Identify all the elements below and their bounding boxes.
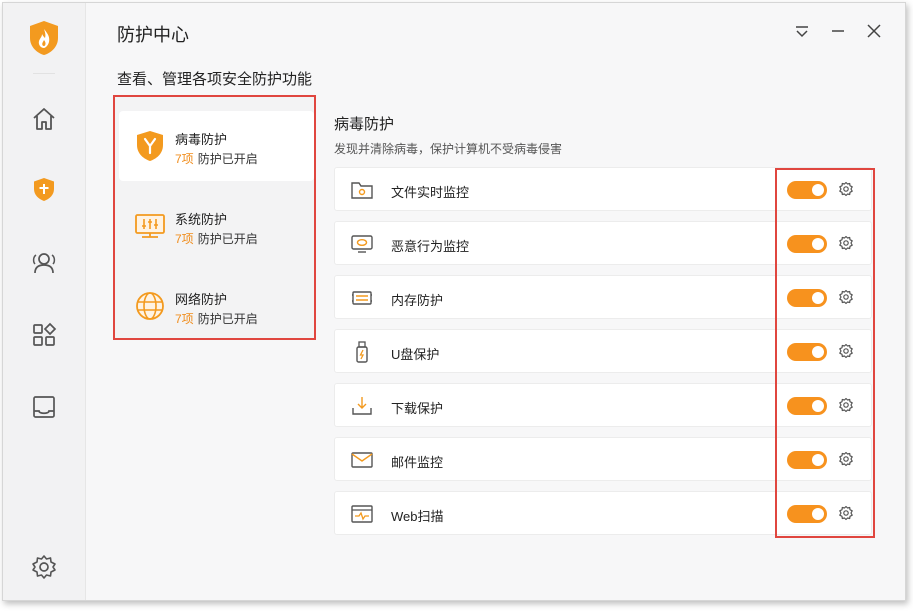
download-tray-icon [352, 397, 372, 415]
users-icon[interactable] [30, 249, 58, 277]
behavior-monitor-icon [351, 235, 373, 253]
feature-row-behavior-monitor: 恶意行为监控 [334, 221, 872, 265]
feature-label: 恶意行为监控 [391, 239, 470, 254]
category-status-text: 防护已开启 [197, 232, 258, 246]
feature-row-file-monitor: 文件实时监控 [334, 167, 872, 211]
page-title: 防护中心 [117, 25, 189, 45]
toggle-knob [812, 454, 824, 466]
virus-shield-icon [137, 131, 163, 161]
feature-toggle[interactable] [787, 397, 827, 415]
feature-label: 内存防护 [391, 293, 444, 308]
flame-shield-logo [30, 21, 58, 55]
apps-icon[interactable] [30, 321, 58, 349]
menu-icon[interactable] [792, 21, 812, 41]
toggle-knob [812, 508, 824, 520]
shield-plus-icon[interactable] [30, 175, 58, 203]
category-count: 7项 [175, 312, 194, 326]
gear-icon[interactable] [838, 289, 854, 305]
gear-icon[interactable] [838, 235, 854, 251]
category-virus-protection[interactable]: 病毒防护 7项 防护已开启 [119, 111, 314, 181]
feature-label: 下载保护 [391, 401, 444, 416]
feature-row-memory-protection: 内存防护 [334, 275, 872, 319]
sidebar [3, 3, 86, 600]
toggle-knob [812, 292, 824, 304]
feature-toggle[interactable] [787, 343, 827, 361]
category-status-text: 防护已开启 [197, 312, 258, 326]
mail-icon [351, 452, 373, 468]
close-icon[interactable] [864, 21, 884, 41]
logo-divider [33, 73, 55, 74]
feature-label: 文件实时监控 [391, 185, 470, 200]
category-name: 系统防护 [175, 212, 228, 227]
inbox-icon[interactable] [30, 393, 58, 421]
main-panel: 防护中心 查看、管理各项安全防护功能 病毒防护 7项 防护已开启 系统防护 7项… [86, 3, 905, 600]
section-description: 发现并清除病毒，保护计算机不受病毒侵害 [334, 142, 563, 156]
gear-icon[interactable] [838, 451, 854, 467]
protection-center-window: 防护中心 查看、管理各项安全防护功能 病毒防护 7项 防护已开启 系统防护 7项… [2, 2, 906, 601]
system-monitor-icon [135, 214, 165, 238]
category-list: 病毒防护 7项 防护已开启 系统防护 7项 防护已开启 网络防护 7项 防护已开… [113, 95, 316, 340]
web-scan-icon [351, 505, 373, 523]
network-globe-icon [136, 292, 164, 320]
gear-icon[interactable] [838, 397, 854, 413]
feature-row-mail-monitor: 邮件监控 [334, 437, 872, 481]
category-system-protection[interactable]: 系统防护 7项 防护已开启 [119, 191, 314, 261]
feature-toggle[interactable] [787, 505, 827, 523]
folder-monitor-icon [351, 182, 373, 199]
gear-icon[interactable] [838, 343, 854, 359]
feature-row-download-protection: 下载保护 [334, 383, 872, 427]
toggle-knob [812, 184, 824, 196]
category-status: 7项 防护已开启 [175, 150, 258, 167]
section-title: 病毒防护 [334, 116, 395, 133]
feature-label: Web扫描 [391, 509, 444, 524]
toggle-knob [812, 238, 824, 250]
minimize-icon[interactable] [828, 21, 848, 41]
category-status-text: 防护已开启 [197, 152, 258, 166]
feature-toggle[interactable] [787, 181, 827, 199]
usb-icon [356, 341, 368, 363]
page-subtitle: 查看、管理各项安全防护功能 [117, 71, 313, 88]
category-count: 7项 [175, 152, 194, 166]
feature-label: U盘保护 [391, 347, 440, 362]
settings-icon[interactable] [30, 553, 58, 581]
category-status: 7项 防护已开启 [175, 230, 258, 247]
feature-toggle[interactable] [787, 451, 827, 469]
category-count: 7项 [175, 232, 194, 246]
home-icon[interactable] [30, 105, 58, 133]
feature-row-usb-protection: U盘保护 [334, 329, 872, 373]
feature-toggle[interactable] [787, 289, 827, 307]
category-network-protection[interactable]: 网络防护 7项 防护已开启 [119, 271, 314, 341]
feature-toggle[interactable] [787, 235, 827, 253]
category-name: 病毒防护 [175, 132, 228, 147]
category-name: 网络防护 [175, 292, 228, 307]
category-status: 7项 防护已开启 [175, 310, 258, 327]
feature-row-web-scan: Web扫描 [334, 491, 872, 535]
toggle-knob [812, 346, 824, 358]
gear-icon[interactable] [838, 181, 854, 197]
feature-label: 邮件监控 [391, 455, 444, 470]
toggle-knob [812, 400, 824, 412]
memory-icon [352, 291, 372, 305]
gear-icon[interactable] [838, 505, 854, 521]
